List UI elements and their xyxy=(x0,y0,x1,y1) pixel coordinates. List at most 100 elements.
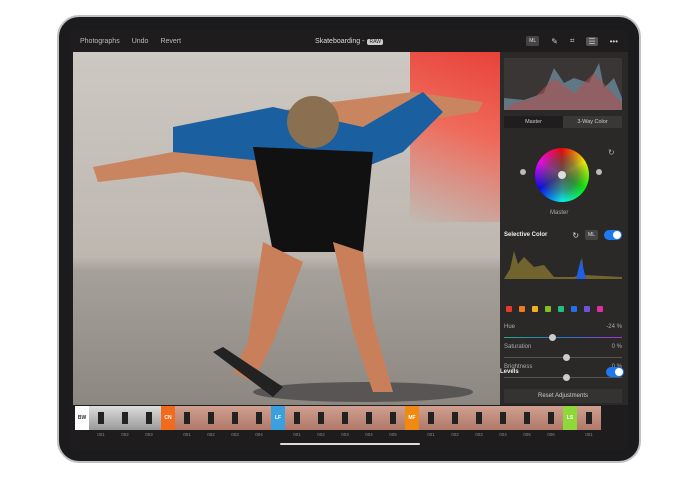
saturation-value: 0 % xyxy=(611,344,622,350)
preset-preview xyxy=(419,406,443,430)
preset-thumbnail[interactable]: 003 xyxy=(137,406,161,440)
preset-thumbnail[interactable]: 002 xyxy=(443,406,467,440)
selective-color-header: Selective Color ↻ ML xyxy=(504,229,622,241)
tab-3-way-color[interactable]: 3-Way Color xyxy=(563,116,622,128)
preset-label: 003 xyxy=(341,432,349,437)
photographs-button[interactable]: Photographs xyxy=(80,38,120,45)
preset-thumbnail[interactable]: 004 xyxy=(247,406,271,440)
color-swatch[interactable] xyxy=(571,306,577,312)
undo-button[interactable]: Undo xyxy=(132,38,149,45)
document-title: Skateboarding - xyxy=(315,37,365,45)
preset-preview xyxy=(539,406,563,430)
levels-title: Levels xyxy=(500,369,519,375)
color-swatch[interactable] xyxy=(558,306,564,312)
preset-label: 006 xyxy=(547,432,555,437)
preset-preview xyxy=(491,406,515,430)
preset-label: 003 xyxy=(475,432,483,437)
ml-button[interactable]: ML xyxy=(526,36,540,46)
levels-toggle[interactable] xyxy=(606,367,624,377)
preset-preview xyxy=(333,406,357,430)
preset-group-tag[interactable]: BW xyxy=(75,406,89,430)
preset-thumbnail[interactable]: 001 xyxy=(419,406,443,440)
preset-thumbnail[interactable]: 003 xyxy=(223,406,247,440)
preset-label: 001 xyxy=(293,432,301,437)
preset-preview xyxy=(223,406,247,430)
color-swatches xyxy=(506,306,603,312)
hue-value: -24 % xyxy=(606,324,622,330)
revert-button[interactable]: Revert xyxy=(160,38,181,45)
hue-slider[interactable] xyxy=(504,334,622,341)
hue-slider-handle[interactable] xyxy=(548,334,556,341)
filmstrip: BW 001 002 003 CN 001 002 003 004 LF 001 002 003 004 0… xyxy=(75,406,601,440)
preset-preview xyxy=(285,406,309,430)
color-swatch[interactable] xyxy=(519,306,525,312)
preset-thumbnail[interactable]: 002 xyxy=(309,406,333,440)
app-screen: Photographs Undo Revert Skateboarding -R… xyxy=(70,30,628,450)
saturation-slider-handle[interactable] xyxy=(563,354,570,361)
color-swatch[interactable] xyxy=(597,306,603,312)
preset-label: 004 xyxy=(499,432,507,437)
preset-label: 005 xyxy=(389,432,397,437)
preset-preview xyxy=(357,406,381,430)
color-swatch[interactable] xyxy=(584,306,590,312)
toolbar: Photographs Undo Revert Skateboarding -R… xyxy=(70,30,628,52)
preset-thumbnail[interactable]: 001 xyxy=(285,406,309,440)
preset-preview xyxy=(467,406,491,430)
color-swatch[interactable] xyxy=(545,306,551,312)
reset-selective-color-icon[interactable]: ↻ xyxy=(572,231,579,240)
preset-label: 002 xyxy=(207,432,215,437)
preset-group-tag[interactable]: CN xyxy=(161,406,175,430)
color-swatch[interactable] xyxy=(532,306,538,312)
preset-thumbnail[interactable]: 001 xyxy=(577,406,601,440)
preset-preview xyxy=(577,406,601,430)
histogram xyxy=(504,58,622,110)
preset-label: 003 xyxy=(231,432,239,437)
hue-label: Hue xyxy=(504,324,516,330)
preset-thumbnail[interactable]: 003 xyxy=(333,406,357,440)
preset-thumbnail[interactable]: 004 xyxy=(357,406,381,440)
preset-thumbnail[interactable]: 005 xyxy=(381,406,405,440)
raw-badge: RAW xyxy=(367,38,383,45)
preset-label: 003 xyxy=(145,432,153,437)
adjustments-panel: Master 3-Way Color ↻ Master Selective Co… xyxy=(500,52,628,405)
preset-preview xyxy=(309,406,333,430)
color-swatch[interactable] xyxy=(506,306,512,312)
preset-thumbnail[interactable]: 002 xyxy=(199,406,223,440)
reset-wheel-icon[interactable]: ↻ xyxy=(608,148,615,157)
retouch-brush-icon[interactable]: ✎ xyxy=(551,37,558,46)
preset-label: 002 xyxy=(121,432,129,437)
preset-thumbnail[interactable]: 006 xyxy=(539,406,563,440)
preset-thumbnail[interactable]: 001 xyxy=(89,406,113,440)
saturation-slider[interactable] xyxy=(504,354,622,361)
crop-icon[interactable]: ⌗ xyxy=(570,36,575,46)
preset-thumbnail[interactable]: 003 xyxy=(467,406,491,440)
preset-group-tag[interactable]: LF xyxy=(271,406,285,430)
more-icon[interactable]: ••• xyxy=(610,37,618,46)
preset-thumbnail[interactable]: 005 xyxy=(515,406,539,440)
preset-label: 001 xyxy=(427,432,435,437)
selective-color-toggle[interactable] xyxy=(604,230,622,240)
preset-preview xyxy=(443,406,467,430)
preset-thumbnail[interactable]: 002 xyxy=(113,406,137,440)
preset-thumbnail[interactable]: 004 xyxy=(491,406,515,440)
wheel-center-handle[interactable] xyxy=(558,171,566,179)
reset-adjustments-button[interactable]: Reset Adjustments xyxy=(504,389,622,403)
wheel-label: Master xyxy=(550,210,569,216)
preset-group-tag[interactable]: LS xyxy=(563,406,577,430)
skater-figure xyxy=(93,92,483,402)
color-mode-segmented: Master 3-Way Color xyxy=(504,116,622,128)
preset-thumbnail[interactable]: 001 xyxy=(175,406,199,440)
preset-preview xyxy=(515,406,539,430)
preset-preview xyxy=(113,406,137,430)
tab-master[interactable]: Master xyxy=(504,116,563,128)
preset-group-tag[interactable]: MF xyxy=(405,406,419,430)
shadows-slider-handle[interactable] xyxy=(520,169,526,175)
photo-canvas[interactable] xyxy=(73,52,500,405)
preset-label: 004 xyxy=(255,432,263,437)
highlights-slider-handle[interactable] xyxy=(596,169,602,175)
preset-label: 001 xyxy=(183,432,191,437)
home-indicator[interactable] xyxy=(280,443,420,445)
preset-label: 005 xyxy=(523,432,531,437)
selective-color-ml-button[interactable]: ML xyxy=(585,230,598,240)
adjustments-icon[interactable]: ☰ xyxy=(586,36,598,46)
